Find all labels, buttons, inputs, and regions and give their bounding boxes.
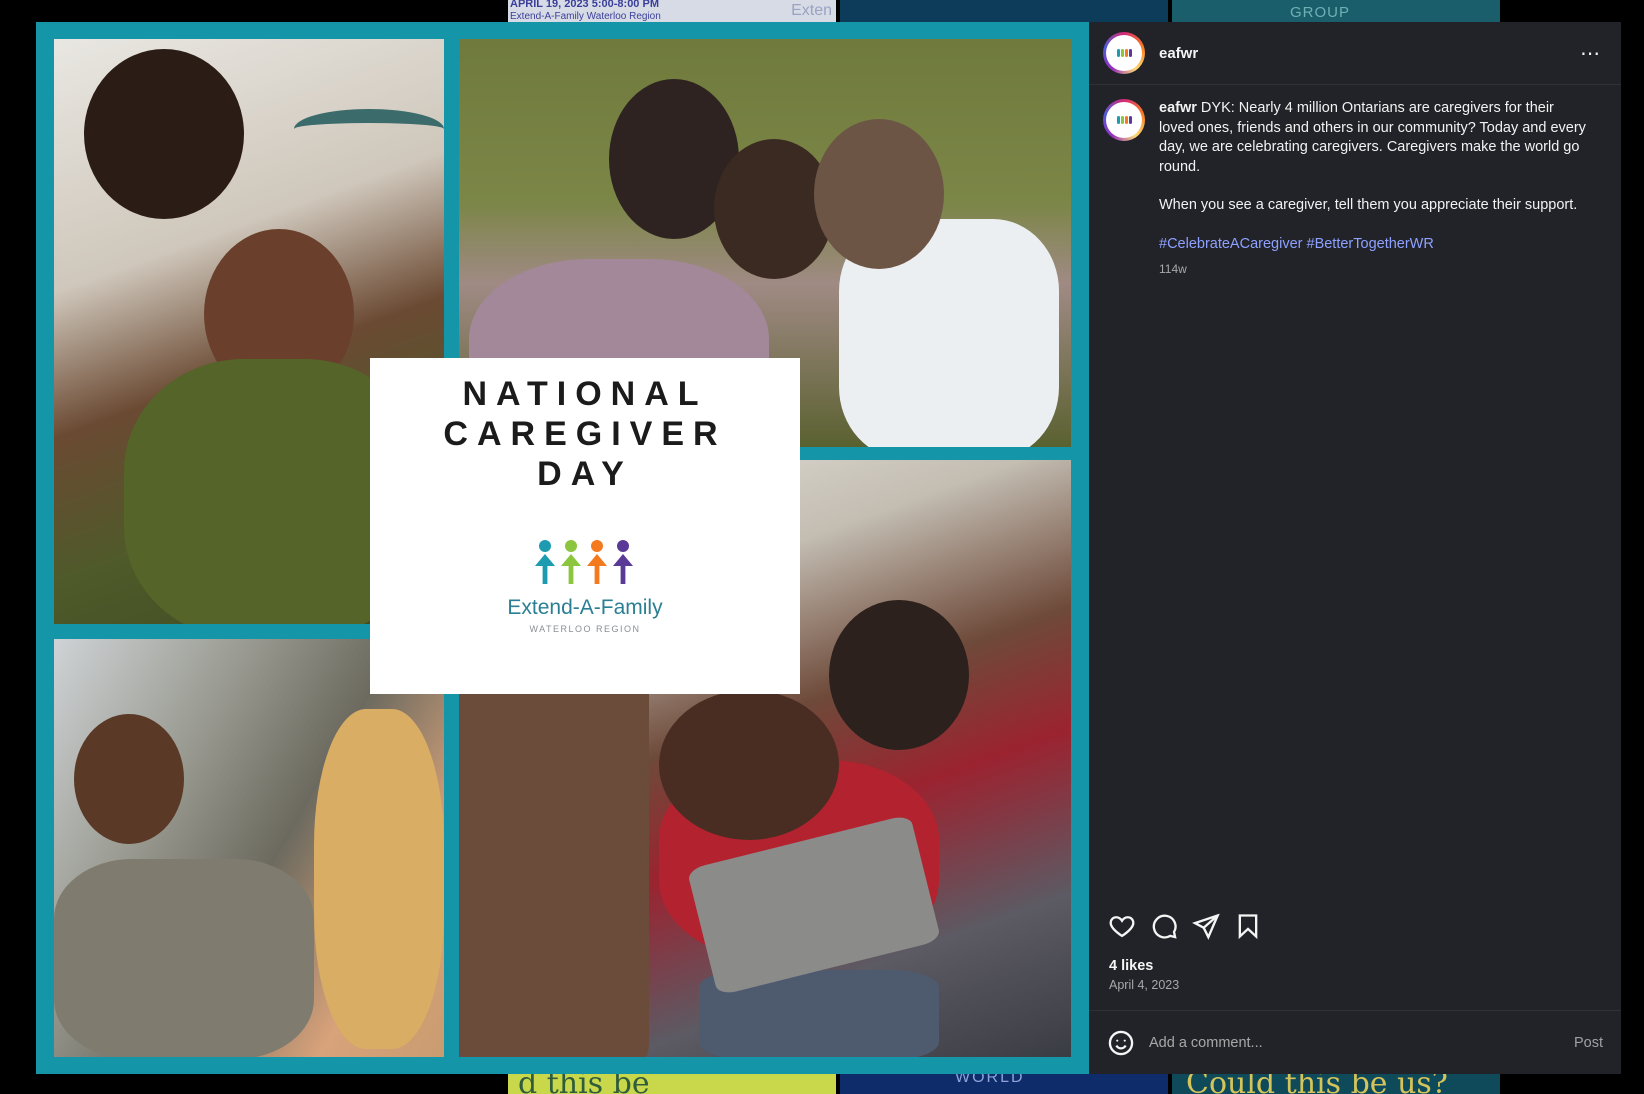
title-line-1: NATIONAL (462, 375, 708, 413)
caption-hashtags: #CelebrateACaregiver #BetterTogetherWR (1159, 235, 1589, 255)
caption-avatar[interactable] (1103, 99, 1145, 141)
title-line-2: CAREGIVER (443, 415, 727, 453)
feed-tile-blue (840, 0, 1168, 22)
feed-tile-group-word: GROUP (1290, 4, 1351, 21)
title-card: NATIONAL CAREGIVER DAY Extend-A-Family W… (370, 358, 800, 694)
feed-tile-could: Could this be us? (1172, 1074, 1500, 1094)
post-image[interactable]: NATIONAL CAREGIVER DAY Extend-A-Family W… (36, 22, 1089, 1074)
heart-icon[interactable] (1107, 911, 1137, 941)
caption-username[interactable]: eafwr (1159, 100, 1197, 116)
action-bar (1089, 906, 1621, 946)
photo-boy-and-caregiver (54, 639, 444, 1057)
share-icon[interactable] (1191, 911, 1221, 941)
post-date: April 4, 2023 (1109, 978, 1180, 992)
comments-area (1089, 280, 1621, 907)
feed-tile-yellow-text: d this be (518, 1074, 650, 1094)
caption-text: DYK: Nearly 4 million Ontarians are care… (1159, 100, 1586, 175)
feed-tile-yellow: d this be (508, 1074, 836, 1094)
avatar-logo-icon (1106, 35, 1142, 71)
extend-a-family-logo-mark (530, 540, 640, 586)
logo-person (534, 540, 556, 586)
bookmark-icon[interactable] (1233, 911, 1263, 941)
feed-tile-world: WORLD (840, 1074, 1168, 1094)
title-line-3: DAY (537, 455, 633, 493)
logo-name: Extend-A-Family (507, 596, 663, 619)
feed-tile-could-text: Could this be us? (1186, 1074, 1448, 1094)
feed-tile-fragment: Exten (791, 2, 832, 19)
likes-count[interactable]: 4 likes (1089, 946, 1621, 974)
avatar[interactable] (1103, 32, 1145, 74)
caption-paragraph-2: When you see a caregiver, tell them you … (1159, 197, 1578, 213)
avatar-logo-icon (1106, 102, 1142, 138)
caption-body: eafwr DYK: Nearly 4 million Ontarians ar… (1159, 99, 1589, 280)
caption-paragraph-1: eafwr DYK: Nearly 4 million Ontarians ar… (1159, 99, 1589, 177)
comment-icon[interactable] (1149, 911, 1179, 941)
emoji-icon[interactable] (1107, 1029, 1135, 1057)
feed-tile-group: GROUP (1172, 0, 1500, 22)
logo-subtitle: WATERLOO REGION (529, 624, 641, 634)
comment-bar: Post (1089, 1010, 1621, 1074)
feed-tile-event: APRIL 19, 2023 5:00-8:00 PM Extend-A-Fam… (508, 0, 836, 22)
username-link[interactable]: eafwr (1159, 45, 1198, 62)
post-side-panel: eafwr ⋯ eafwr DYK: Nearly 4 million Onta… (1089, 22, 1621, 1074)
comment-input[interactable] (1149, 1034, 1574, 1051)
hashtag-link[interactable]: #BetterTogetherWR (1307, 236, 1434, 252)
logo-person (586, 540, 608, 586)
feed-tile-world-text: WORLD (955, 1074, 1025, 1086)
feed-tile-org: Extend-A-Family Waterloo Region (510, 11, 661, 22)
feed-tile-date: APRIL 19, 2023 5:00-8:00 PM (510, 0, 659, 10)
hashtag-link[interactable]: #CelebrateACaregiver (1159, 236, 1302, 252)
logo-person (560, 540, 582, 586)
post-comment-button[interactable]: Post (1574, 1035, 1603, 1051)
caption-age: 114w (1159, 262, 1187, 276)
post-header: eafwr ⋯ (1089, 22, 1621, 85)
more-options-icon[interactable]: ⋯ (1580, 41, 1601, 66)
logo-person (612, 540, 634, 586)
post-modal: NATIONAL CAREGIVER DAY Extend-A-Family W… (36, 22, 1621, 1074)
caption: eafwr DYK: Nearly 4 million Ontarians ar… (1089, 85, 1621, 280)
